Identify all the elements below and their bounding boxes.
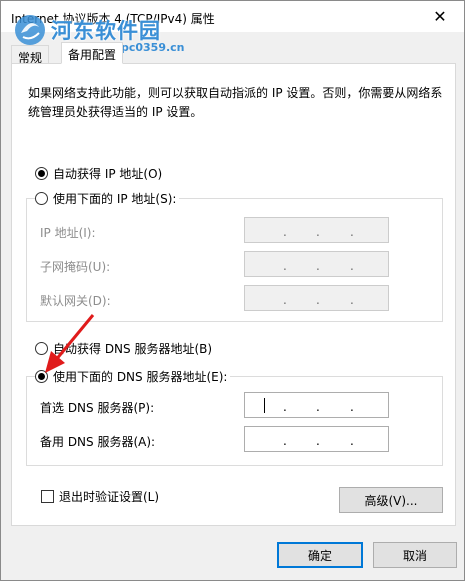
ip-dot: . — [283, 293, 287, 307]
radio-manual-ip-label: 使用下面的 IP 地址(S): — [53, 192, 177, 206]
radio-auto-dns[interactable]: 自动获得 DNS 服务器地址(B) — [35, 340, 212, 357]
cancel-button[interactable]: 取消 — [373, 542, 457, 568]
radio-auto-dns-indicator[interactable] — [35, 342, 48, 355]
ip-dot: . — [350, 259, 354, 273]
preferred-dns-field[interactable]: . . . — [244, 392, 389, 418]
ip-address-field[interactable]: . . . — [244, 217, 389, 243]
dns-groupbox — [26, 376, 443, 466]
subnet-mask-label: 子网掩码(U): — [40, 260, 111, 274]
ip-dot: . — [316, 293, 320, 307]
tab-strip: 常规 备用配置 — [11, 42, 456, 65]
alternate-dns-field[interactable]: . . . — [244, 426, 389, 452]
ok-button[interactable]: 确定 — [277, 542, 363, 568]
validate-checkbox-box[interactable] — [41, 490, 54, 503]
radio-manual-ip-indicator[interactable] — [35, 192, 48, 205]
text-caret — [264, 398, 265, 413]
subnet-mask-field[interactable]: . . . — [244, 251, 389, 277]
tab-alternate-config[interactable]: 备用配置 — [61, 42, 124, 64]
ip-dot: . — [316, 225, 320, 239]
ip-dot: . — [350, 400, 354, 414]
close-icon: ✕ — [433, 6, 447, 26]
default-gateway-field[interactable]: . . . — [244, 285, 389, 311]
ip-dot: . — [283, 400, 287, 414]
validate-on-exit-checkbox[interactable]: 退出时验证设置(L) — [41, 488, 159, 505]
radio-manual-dns-indicator[interactable] — [35, 370, 48, 383]
ip-dot: . — [350, 225, 354, 239]
default-gateway-label: 默认网关(D): — [40, 294, 111, 308]
validate-checkbox-label: 退出时验证设置(L) — [59, 490, 160, 504]
tab-general[interactable]: 常规 — [11, 45, 50, 65]
ip-dot: . — [283, 225, 287, 239]
ip-dot: . — [316, 400, 320, 414]
radio-auto-ip-label: 自动获得 IP 地址(O) — [53, 167, 163, 181]
alternate-dns-label: 备用 DNS 服务器(A): — [40, 435, 156, 449]
tab-panel: 如果网络支持此功能，则可以获取自动指派的 IP 设置。否则，你需要从网络系统管理… — [11, 63, 456, 526]
tcpip-properties-dialog: Internet 协议版本 4 (TCP/IPv4) 属性 ✕ 河东软件园 ww… — [0, 0, 465, 581]
preferred-dns-label: 首选 DNS 服务器(P): — [40, 401, 155, 415]
ip-dot: . — [283, 434, 287, 448]
radio-manual-dns-label: 使用下面的 DNS 服务器地址(E): — [53, 370, 228, 384]
ip-dot: . — [283, 259, 287, 273]
ip-dot: . — [316, 259, 320, 273]
advanced-button[interactable]: 高级(V)... — [339, 487, 443, 513]
ip-dot: . — [350, 434, 354, 448]
description-text: 如果网络支持此功能，则可以获取自动指派的 IP 设置。否则，你需要从网络系统管理… — [28, 86, 443, 119]
radio-manual-dns[interactable]: 使用下面的 DNS 服务器地址(E): — [35, 368, 231, 385]
radio-auto-ip-indicator[interactable] — [35, 167, 48, 180]
ip-dot: . — [316, 434, 320, 448]
radio-auto-ip[interactable]: 自动获得 IP 地址(O) — [35, 165, 162, 182]
title-bar: Internet 协议版本 4 (TCP/IPv4) 属性 ✕ — [1, 1, 464, 32]
ip-dot: . — [350, 293, 354, 307]
radio-auto-dns-label: 自动获得 DNS 服务器地址(B) — [53, 342, 213, 356]
ip-address-label: IP 地址(I): — [40, 226, 96, 240]
close-button[interactable]: ✕ — [420, 3, 460, 29]
radio-manual-ip[interactable]: 使用下面的 IP 地址(S): — [35, 190, 180, 207]
window-title: Internet 协议版本 4 (TCP/IPv4) 属性 — [11, 12, 215, 26]
